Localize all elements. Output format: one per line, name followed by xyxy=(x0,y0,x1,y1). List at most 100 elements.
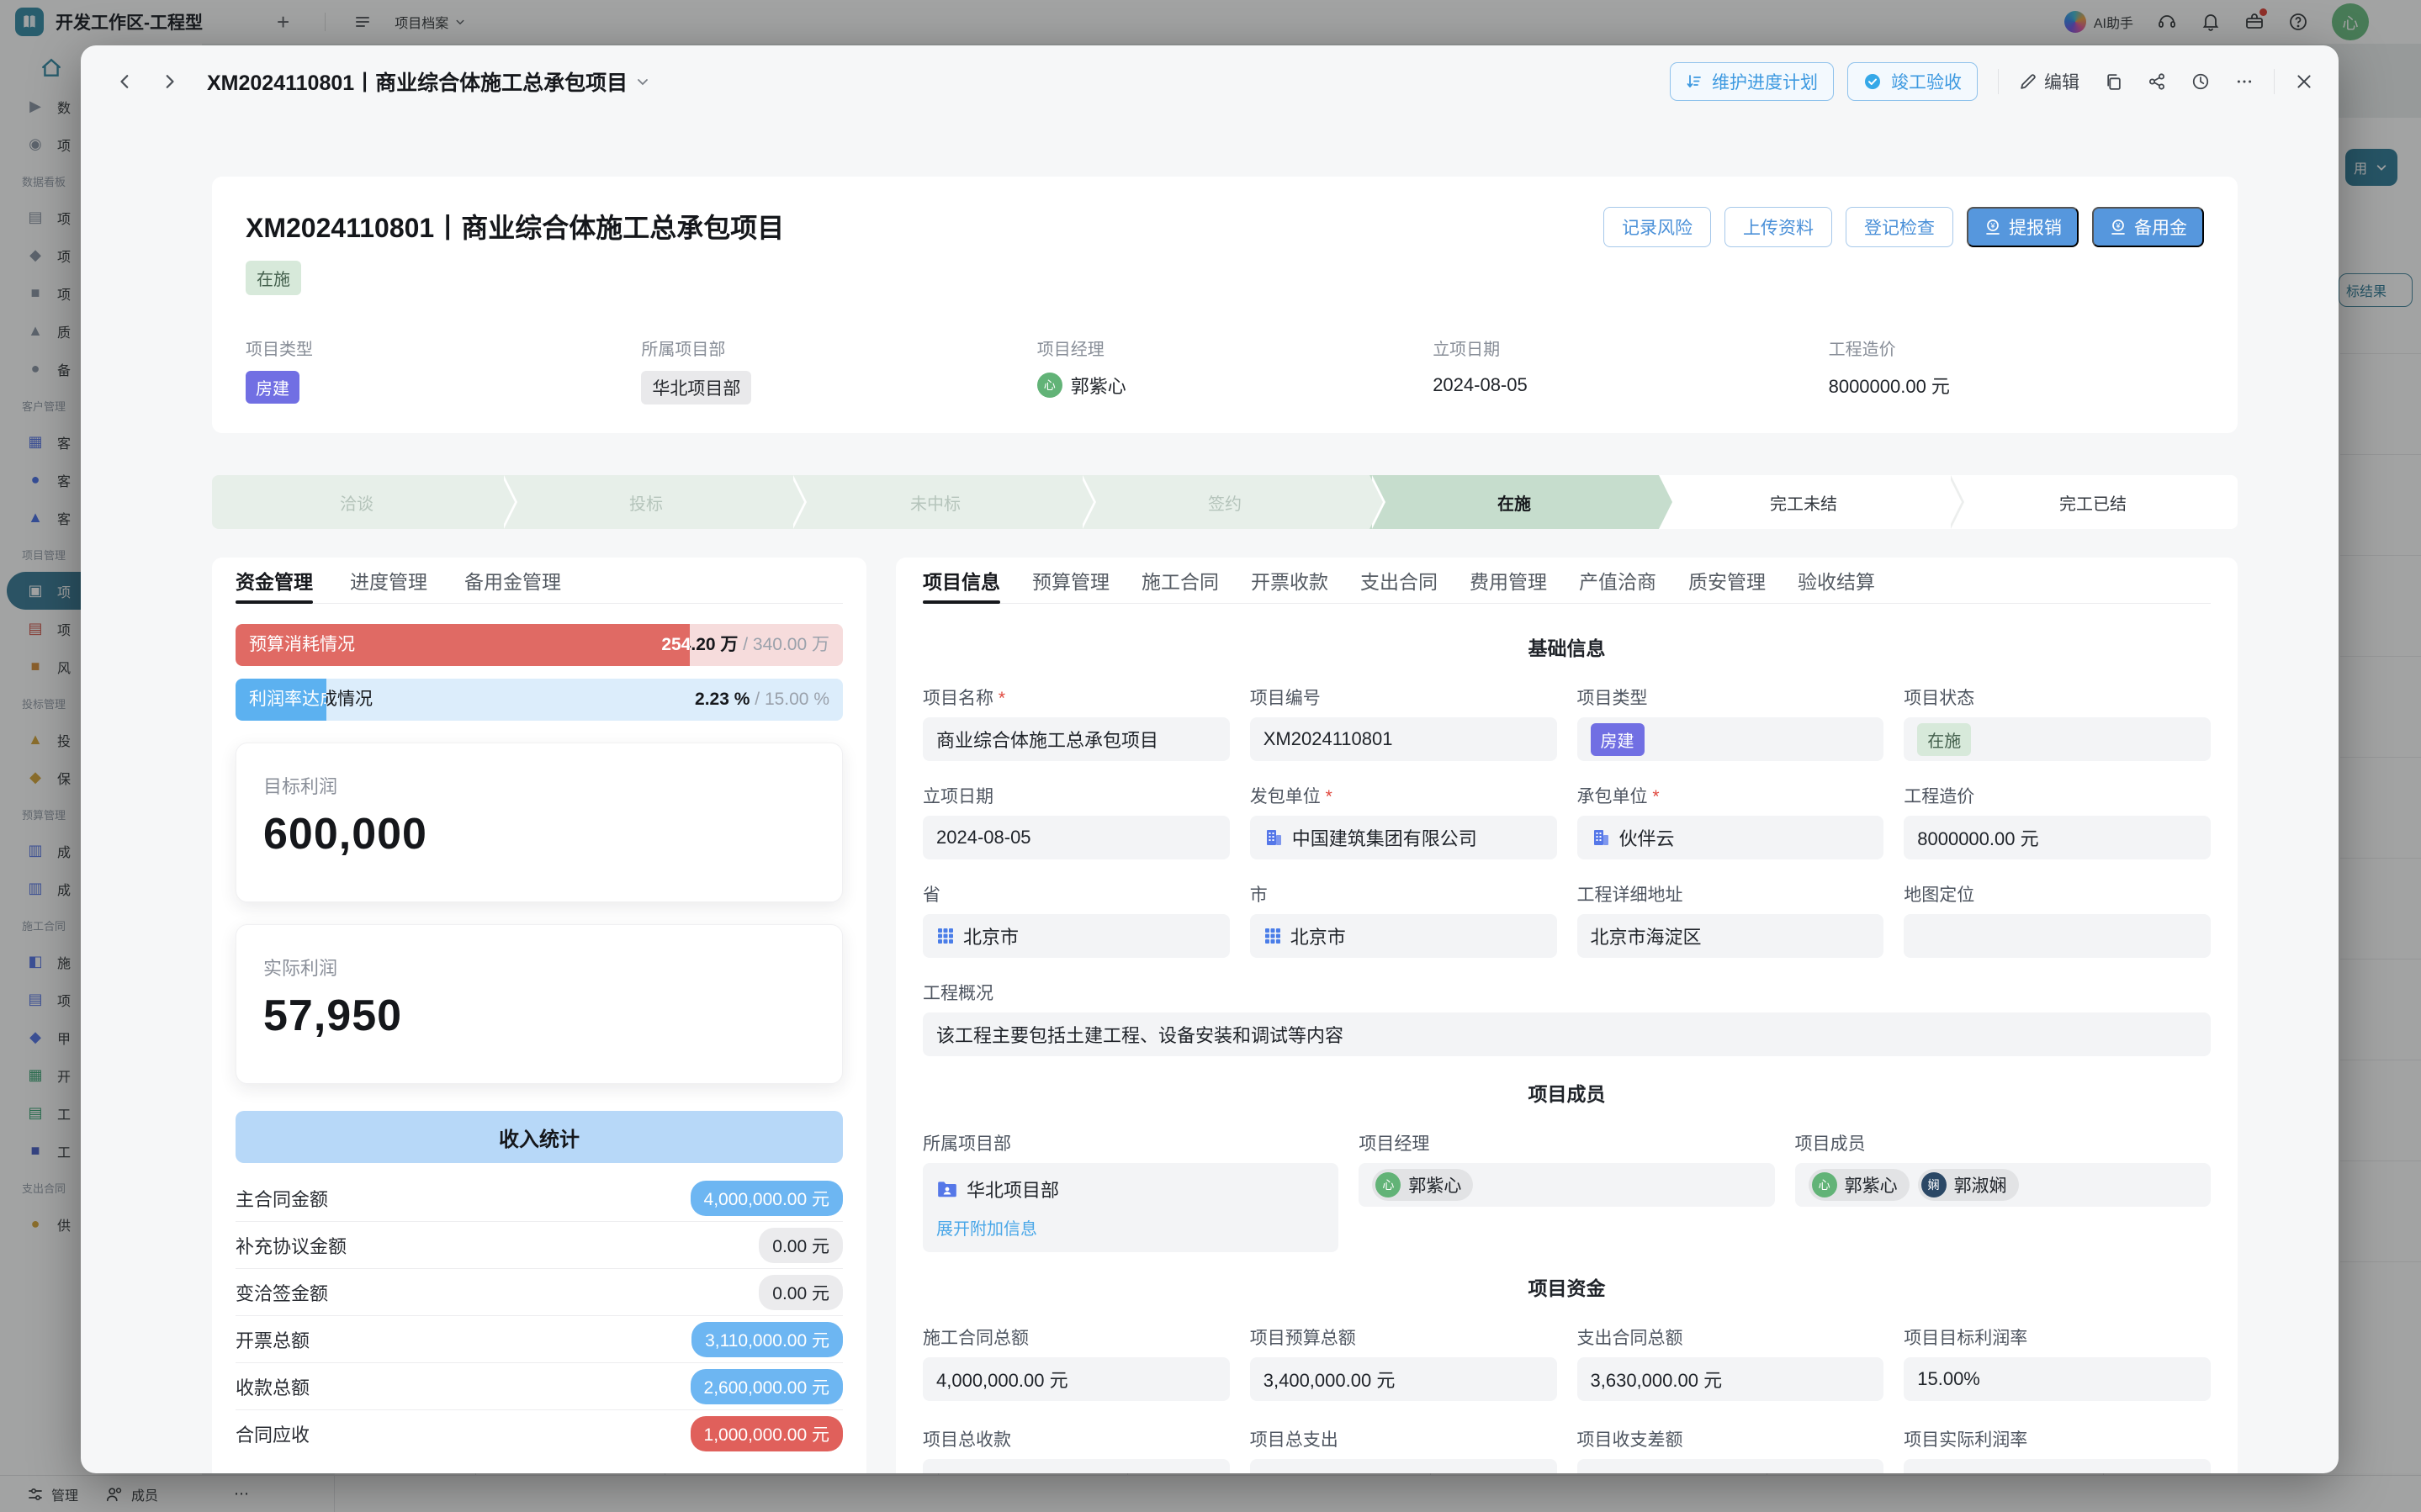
pencil-icon xyxy=(2019,73,2037,91)
avatar: 心 xyxy=(1375,1172,1401,1197)
petty-cash-button[interactable]: ¥ 备用金 xyxy=(2092,207,2204,247)
right-panel-tab[interactable]: 支出合同 xyxy=(1360,558,1438,604)
field-value: 中国建筑集团有限公司 xyxy=(1292,824,1477,851)
form-field[interactable]: 项目状态 在施 xyxy=(1904,685,2211,761)
member-pill: 心 郭紫心 xyxy=(1809,1169,1910,1201)
form-field[interactable]: 立项日期 2024-08-05 xyxy=(923,783,1230,859)
funds-grid: 施工合同总额 4,000,000.00 元 项目预算总额 3,400,000.0… xyxy=(923,1324,2211,1473)
form-field-department[interactable]: 所属项目部 华北项目部 展开附加信息 xyxy=(923,1130,1338,1252)
right-panel-tab[interactable]: 施工合同 xyxy=(1142,558,1219,604)
completion-acceptance-button[interactable]: 竣工验收 xyxy=(1847,62,1978,101)
title-dropdown-chevron-icon[interactable] xyxy=(636,75,649,88)
budget-consumption-bar: 预算消耗情况 254.20 万 / 340.00 万 预算消耗情况 254.20… xyxy=(236,624,843,666)
field-value: 北京市 xyxy=(1290,923,1346,949)
project-header-card: XM2024110801丨商业综合体施工总承包项目 在施 记录风险上传资料登记检… xyxy=(212,177,2238,433)
stage-step[interactable]: 洽谈 xyxy=(212,475,501,529)
stage-step[interactable]: 在施 xyxy=(1369,475,1659,529)
section-basic-info: 基础信息 xyxy=(923,632,2211,661)
fund-field[interactable]: 项目收支差额 57,950.00 元 xyxy=(1577,1426,1884,1473)
right-panel-tab[interactable]: 开票收款 xyxy=(1251,558,1328,604)
fund-field[interactable]: 项目实际利润率 2.23% xyxy=(1904,1426,2211,1473)
avatar: 心 xyxy=(1812,1172,1837,1197)
field-value: 伙伴云 xyxy=(1619,824,1675,851)
stage-step[interactable]: 完工已结 xyxy=(1948,475,2238,529)
left-panel-tab[interactable]: 资金管理 xyxy=(236,558,313,604)
header-action-button[interactable]: 上传资料 xyxy=(1724,207,1832,247)
stage-step[interactable]: 未中标 xyxy=(791,475,1080,529)
form-field-manager[interactable]: 项目经理 心 郭紫心 xyxy=(1359,1130,1774,1207)
field-project-type: 项目类型 房建 xyxy=(246,336,621,404)
field-start-date: 立项日期 2024-08-05 xyxy=(1433,336,1808,404)
profit-rate-bar: 利润率达成情况 2.23 % / 15.00 % 利润率达成情况 2.23 % … xyxy=(236,679,843,721)
modal-title: XM2024110801丨商业综合体施工总承包项目 xyxy=(207,66,628,97)
svg-text:¥: ¥ xyxy=(1989,222,1995,230)
maintain-schedule-button[interactable]: 维护进度计划 xyxy=(1670,62,1834,101)
forward-button[interactable] xyxy=(156,69,182,94)
form-field[interactable]: 省 北京市 xyxy=(923,881,1230,958)
field-value: 北京市海淀区 xyxy=(1591,923,1702,949)
history-clock-icon[interactable] xyxy=(2191,72,2210,91)
field-value: 57,950.00 元 xyxy=(1591,1467,1697,1473)
header-action-button[interactable]: 记录风险 xyxy=(1603,207,1711,247)
submit-expense-button[interactable]: ¥ 提报销 xyxy=(1967,207,2079,247)
avatar: 心 xyxy=(1037,373,1062,398)
stage-step[interactable]: 完工未结 xyxy=(1659,475,1948,529)
stage-step[interactable]: 签约 xyxy=(1080,475,1369,529)
form-field[interactable]: 工程造价 8000000.00 元 xyxy=(1904,783,2211,859)
header-action-button[interactable]: 登记检查 xyxy=(1846,207,1953,247)
secondary-actions: 记录风险上传资料登记检查 xyxy=(1603,207,1953,247)
fund-field[interactable]: 支出合同总额 3,630,000.00 元 xyxy=(1577,1324,1884,1401)
field-project-cost: 工程造价 8000000.00 元 xyxy=(1829,336,2204,404)
fund-field[interactable]: 项目总收款 2,600,000.00 元 xyxy=(923,1426,1230,1473)
amount-pill: 1,000,000.00 元 xyxy=(691,1416,843,1451)
field-value: 15.00% xyxy=(1917,1368,1980,1390)
project-info-panel: 项目信息预算管理施工合同开票收款支出合同费用管理产值洽商质安管理验收结算 基础信… xyxy=(896,558,2238,1473)
form-field-overview[interactable]: 工程概况 该工程主要包括土建工程、设备安装和调试等内容 xyxy=(923,980,2211,1056)
fund-field[interactable]: 项目目标利润率 15.00% xyxy=(1904,1324,2211,1401)
copy-icon[interactable] xyxy=(2105,73,2122,91)
form-field-members[interactable]: 项目成员 心 郭紫心 娴 郭淑娴 xyxy=(1795,1130,2211,1207)
fund-field[interactable]: 施工合同总额 4,000,000.00 元 xyxy=(923,1324,1230,1401)
back-button[interactable] xyxy=(113,69,138,94)
field-value: 3,400,000.00 元 xyxy=(1263,1366,1396,1393)
close-icon[interactable] xyxy=(2295,72,2313,91)
type-badge: 房建 xyxy=(246,371,299,404)
right-panel-tab[interactable]: 费用管理 xyxy=(1470,558,1547,604)
form-field[interactable]: 项目名称 商业综合体施工总承包项目 xyxy=(923,685,1230,761)
field-value: XM2024110801 xyxy=(1263,728,1393,750)
form-field[interactable]: 项目类型 房建 xyxy=(1577,685,1884,761)
right-panel-tabs: 项目信息预算管理施工合同开票收款支出合同费用管理产值洽商质安管理验收结算 xyxy=(923,558,2211,604)
right-panel-tab[interactable]: 验收结算 xyxy=(1798,558,1875,604)
right-panel-tab[interactable]: 项目信息 xyxy=(923,558,1000,604)
left-panel-tab[interactable]: 备用金管理 xyxy=(464,558,561,604)
edit-button[interactable]: 编辑 xyxy=(2019,69,2079,94)
fund-field[interactable]: 项目总支出 2,542,050.00 元 xyxy=(1250,1426,1557,1473)
form-field[interactable]: 市 北京市 xyxy=(1250,881,1557,958)
amount-pill: 2,600,000.00 元 xyxy=(691,1369,843,1404)
form-field[interactable]: 项目编号 XM2024110801 xyxy=(1250,685,1557,761)
money-row: 主合同金额 4,000,000.00 元 xyxy=(236,1175,843,1222)
form-field[interactable]: 发包单位 中国建筑集团有限公司 xyxy=(1250,783,1557,859)
fund-field[interactable]: 项目预算总额 3,400,000.00 元 xyxy=(1250,1324,1557,1401)
left-panel-tabs: 资金管理进度管理备用金管理 xyxy=(236,558,843,604)
stage-step[interactable]: 投标 xyxy=(501,475,791,529)
form-field[interactable]: 地图定位 xyxy=(1904,881,2211,958)
right-panel-tab[interactable]: 产值洽商 xyxy=(1579,558,1656,604)
right-panel-tab[interactable]: 预算管理 xyxy=(1032,558,1110,604)
amount-pill: 4,000,000.00 元 xyxy=(691,1181,843,1216)
right-panel-tab[interactable]: 质安管理 xyxy=(1688,558,1766,604)
left-panel-tab[interactable]: 进度管理 xyxy=(350,558,427,604)
form-field[interactable]: 工程详细地址 北京市海淀区 xyxy=(1577,881,1884,958)
expand-extra-info-link[interactable]: 展开附加信息 xyxy=(936,1215,1325,1240)
share-icon[interactable] xyxy=(2148,72,2166,91)
field-project-manager: 项目经理 心 郭紫心 xyxy=(1037,336,1412,404)
target-profit-card: 目标利润 600,000 xyxy=(236,743,843,902)
coin-icon: ¥ xyxy=(2109,218,2127,236)
region-grid-icon xyxy=(1263,927,1282,945)
field-value: 北京市 xyxy=(963,923,1019,949)
field-value: 2,600,000.00 元 xyxy=(936,1467,1068,1473)
income-stats-button[interactable]: 收入统计 xyxy=(236,1111,843,1163)
field-department: 所属项目部 华北项目部 xyxy=(641,336,1016,404)
more-options-icon[interactable] xyxy=(2235,72,2254,91)
form-field[interactable]: 承包单位 伙伴云 xyxy=(1577,783,1884,859)
